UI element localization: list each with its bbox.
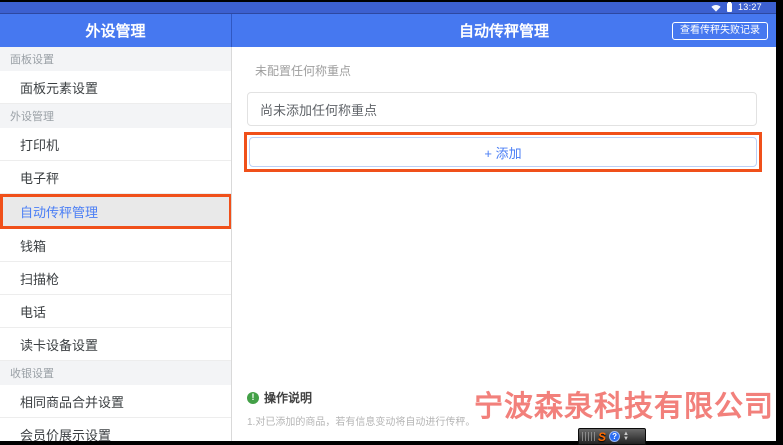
sidebar-item-electronic-scale[interactable]: 电子秤: [0, 161, 231, 194]
sidebar-section-cashier-settings: 收银设置: [0, 361, 231, 385]
battery-icon: [727, 3, 732, 12]
help-line-1: 1.对已添加的商品，若有信息变动将自动进行传秤。: [247, 413, 475, 428]
sidebar-item-member-price-display[interactable]: 会员价展示设置: [0, 418, 231, 441]
sidebar-section-peripherals: 外设管理: [0, 104, 231, 128]
android-status-bar: 13:27: [0, 2, 776, 14]
empty-state-label: 未配置任何称重点: [255, 62, 776, 79]
device-screen: 13:27 外设管理 自动传秤管理 查看传秤失败记录 面板设置 面板元素设置 外…: [0, 0, 783, 445]
help-green-icon: !: [247, 392, 259, 404]
add-button-highlight-box: + 添加: [244, 132, 762, 172]
empty-list-placeholder: 尚未添加任何称重点: [247, 92, 757, 126]
sidebar-item-panel-elements[interactable]: 面板元素设置: [0, 71, 231, 104]
drag-grip-icon[interactable]: [582, 432, 595, 441]
content-body: 面板设置 面板元素设置 外设管理 打印机 电子秤 自动传秤管理 钱箱 扫描枪 电…: [0, 47, 776, 441]
capture-help-icon[interactable]: ?: [609, 431, 620, 442]
screen-capture-toolbar[interactable]: S ? ▲▼: [578, 428, 646, 445]
sidebar-item-merge-same-products[interactable]: 相同商品合并设置: [0, 385, 231, 418]
settings-sidebar: 面板设置 面板元素设置 外设管理 打印机 电子秤 自动传秤管理 钱箱 扫描枪 电…: [0, 47, 232, 441]
sidebar-item-auto-scale-transfer[interactable]: 自动传秤管理: [0, 194, 232, 229]
main-panel: 未配置任何称重点 尚未添加任何称重点 + 添加 ! 操作说明 1.对已添加的商品…: [232, 47, 776, 441]
add-weigh-point-button[interactable]: + 添加: [249, 137, 757, 167]
wifi-icon: [711, 4, 721, 12]
app-viewport: 13:27 外设管理 自动传秤管理 查看传秤失败记录 面板设置 面板元素设置 外…: [0, 2, 776, 441]
sidebar-section-panel-settings: 面板设置: [0, 47, 231, 71]
sidebar-item-printer[interactable]: 打印机: [0, 128, 231, 161]
status-time: 13:27: [738, 3, 762, 12]
view-failed-records-button[interactable]: 查看传秤失败记录: [672, 22, 768, 40]
sidebar-item-phone[interactable]: 电话: [0, 295, 231, 328]
sidebar-item-barcode-scanner[interactable]: 扫描枪: [0, 262, 231, 295]
app-header: 外设管理 自动传秤管理 查看传秤失败记录: [0, 14, 776, 47]
sidebar-title: 外设管理: [0, 14, 232, 47]
toolbar-collapse-arrows-icon[interactable]: ▲▼: [623, 432, 629, 442]
help-title-text: 操作说明: [264, 389, 312, 406]
sidebar-item-cash-drawer[interactable]: 钱箱: [0, 229, 231, 262]
capture-app-s-icon[interactable]: S: [598, 431, 606, 443]
operation-instructions: ! 操作说明 1.对已添加的商品，若有信息变动将自动进行传秤。: [247, 389, 475, 428]
sidebar-item-card-reader-settings[interactable]: 读卡设备设置: [0, 328, 231, 361]
